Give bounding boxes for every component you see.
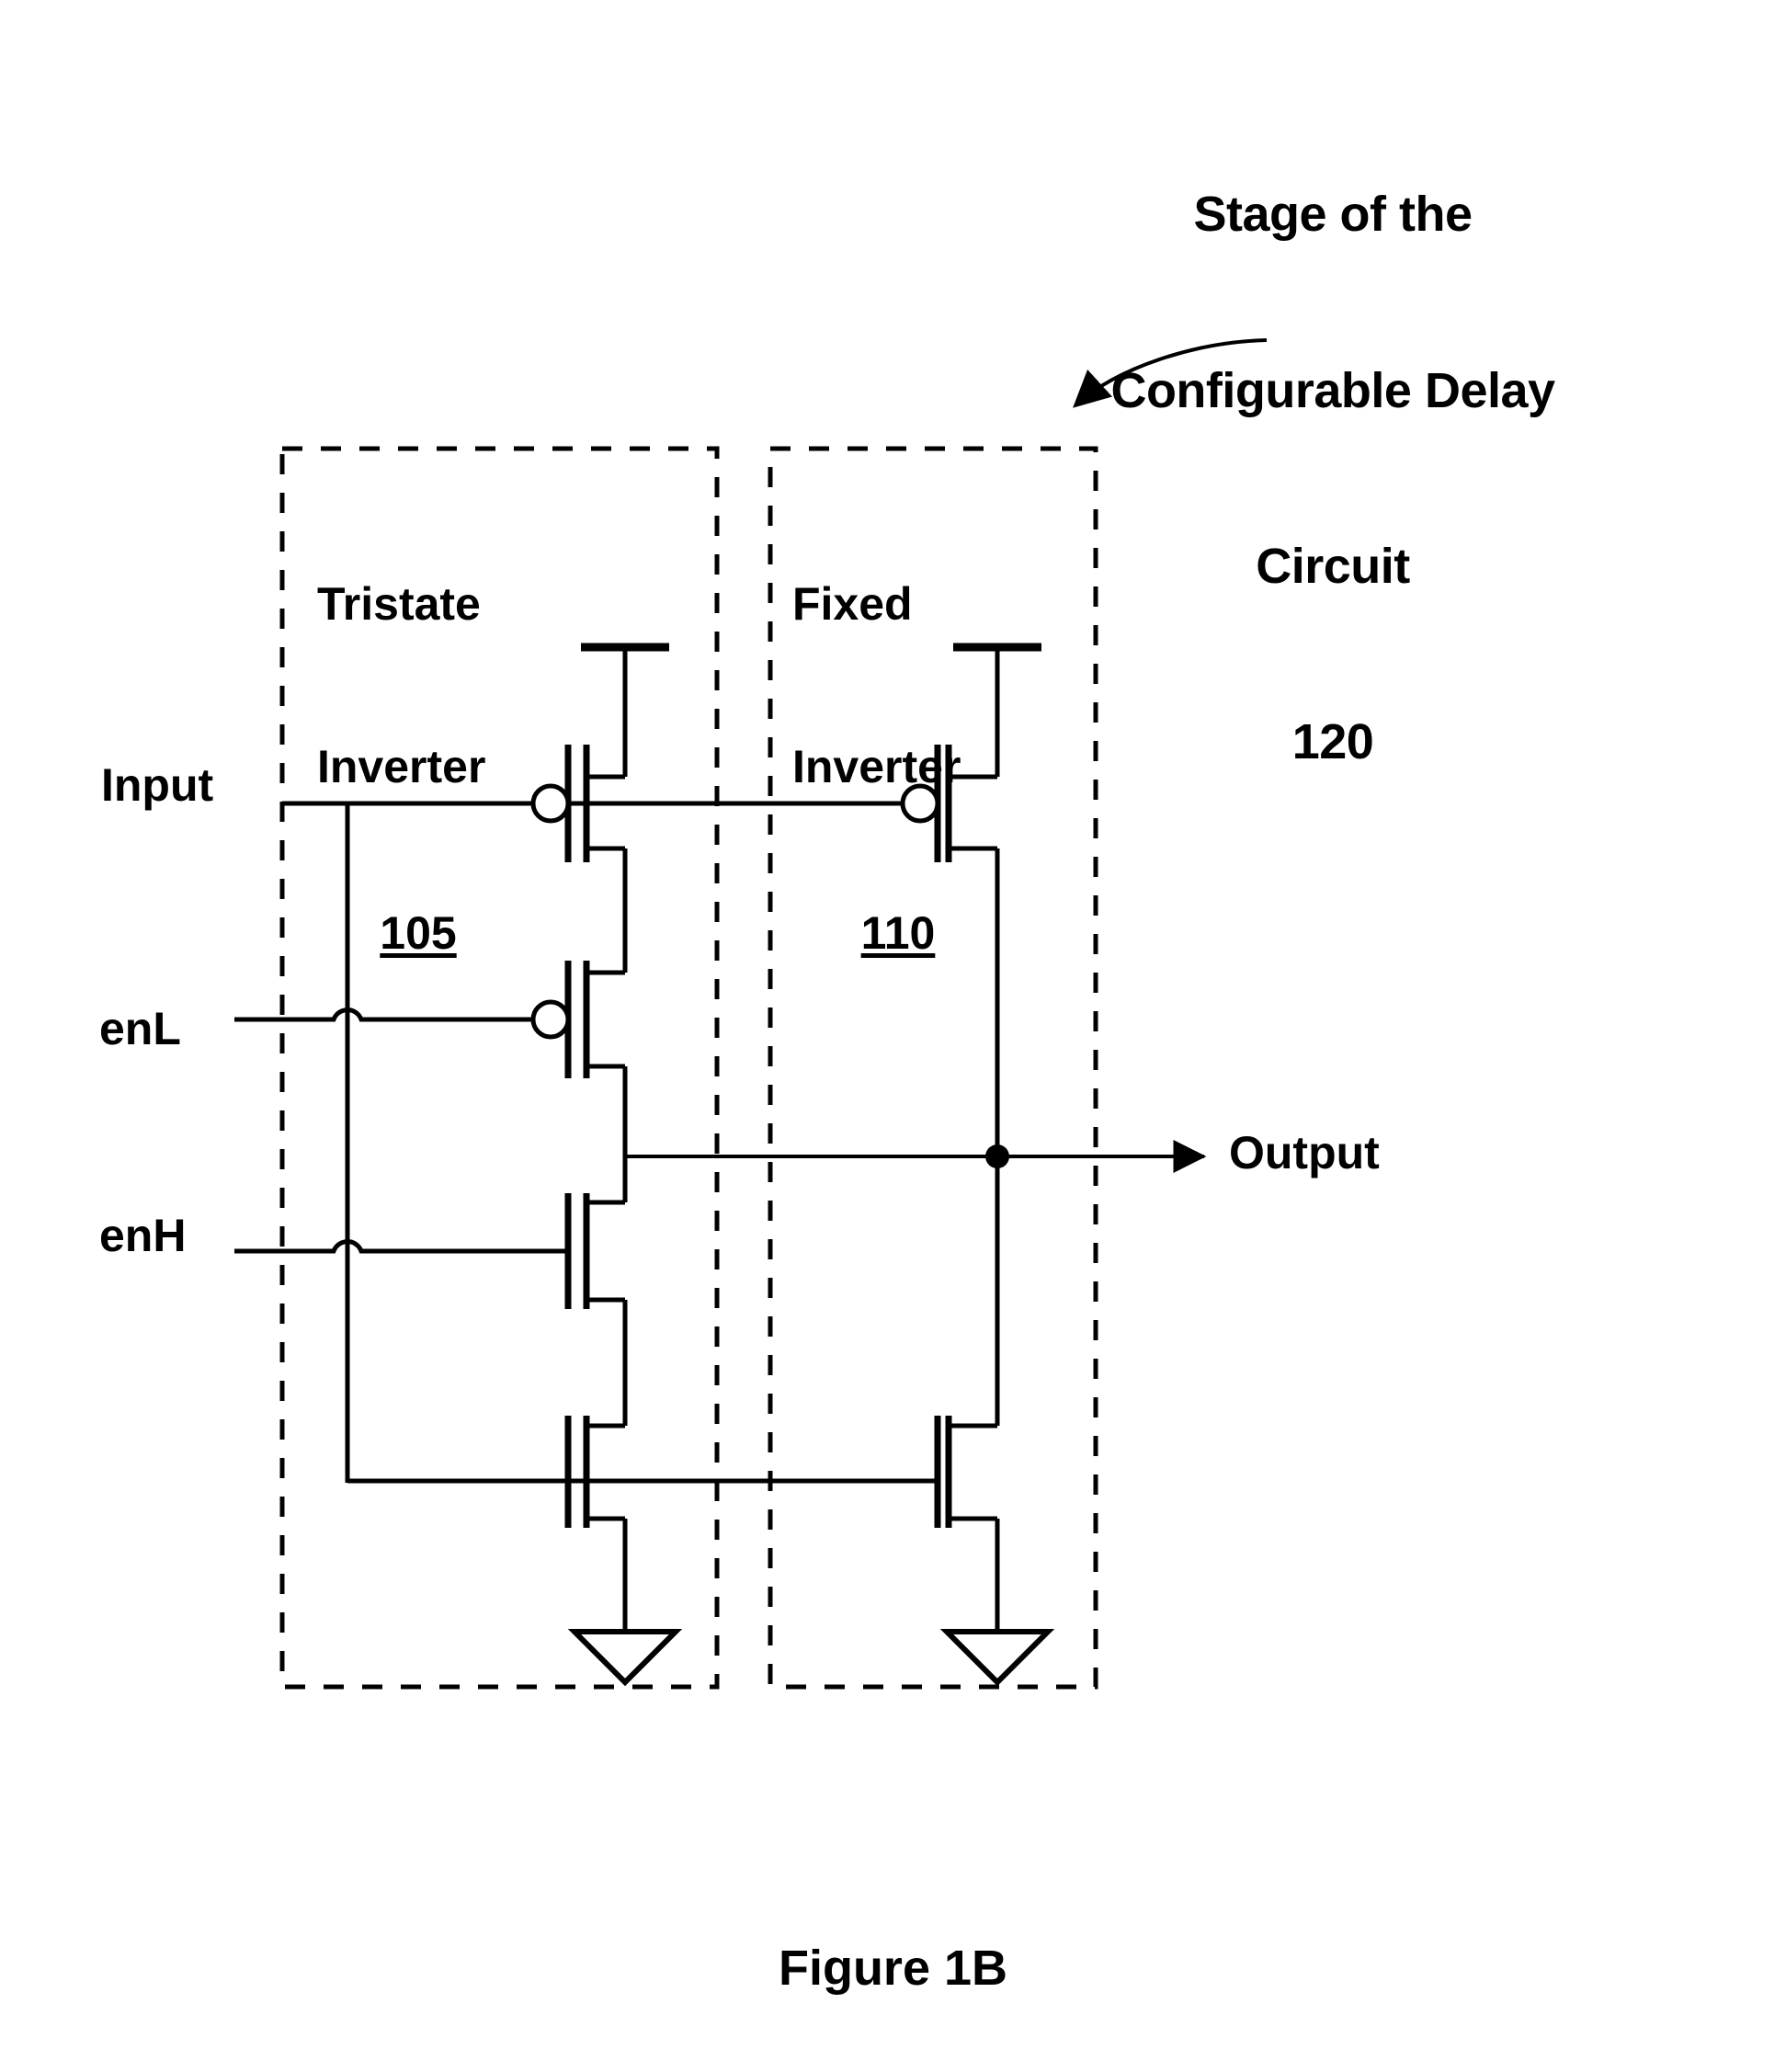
- figure-caption: Figure 1B: [778, 1941, 1008, 1996]
- vdd-supply-rail-tristate: [581, 643, 669, 777]
- tristate-inverter-reference-number: 105: [380, 907, 457, 959]
- callout-title: Stage of the Configurable Delay Circuit …: [1039, 69, 1627, 889]
- callout-reference-number: 120: [1291, 713, 1374, 769]
- output-signal-wire: [625, 1140, 1207, 1173]
- nmos-transistor-fixed: [934, 1156, 1000, 1632]
- fixed-inverter-title-line-1: Fixed: [792, 578, 913, 630]
- ground-triangle-tristate: [567, 1629, 683, 1687]
- tristate-inverter-label: Tristate Inverter 105: [317, 469, 593, 1069]
- callout-title-line-3: Circuit: [1256, 538, 1410, 594]
- nmos-transistor-tristate-enh: [564, 1156, 628, 1390]
- fixed-inverter-reference-number: 110: [860, 907, 936, 959]
- enl-port-label: enL: [99, 1003, 181, 1054]
- fixed-inverter-label: Fixed Inverter 110: [792, 469, 1068, 1069]
- callout-title-line-1: Stage of the: [1193, 187, 1473, 243]
- patent-figure-1b: Stage of the Configurable Delay Circuit …: [0, 0, 1786, 2072]
- tristate-inverter-title-line-2: Inverter: [317, 741, 486, 792]
- enh-port-label: enH: [99, 1210, 187, 1261]
- nmos-transistor-tristate-input: [564, 1390, 628, 1632]
- tristate-inverter-title-line-1: Tristate: [317, 578, 481, 630]
- fixed-inverter-title-line-2: Inverter: [792, 741, 961, 792]
- ground-triangle-fixed: [939, 1629, 1055, 1687]
- callout-title-line-2: Configurable Delay: [1110, 362, 1555, 418]
- input-port-label: Input: [101, 759, 214, 811]
- output-port-label: Output: [1229, 1127, 1380, 1178]
- junction-dot-output: [985, 1144, 1009, 1168]
